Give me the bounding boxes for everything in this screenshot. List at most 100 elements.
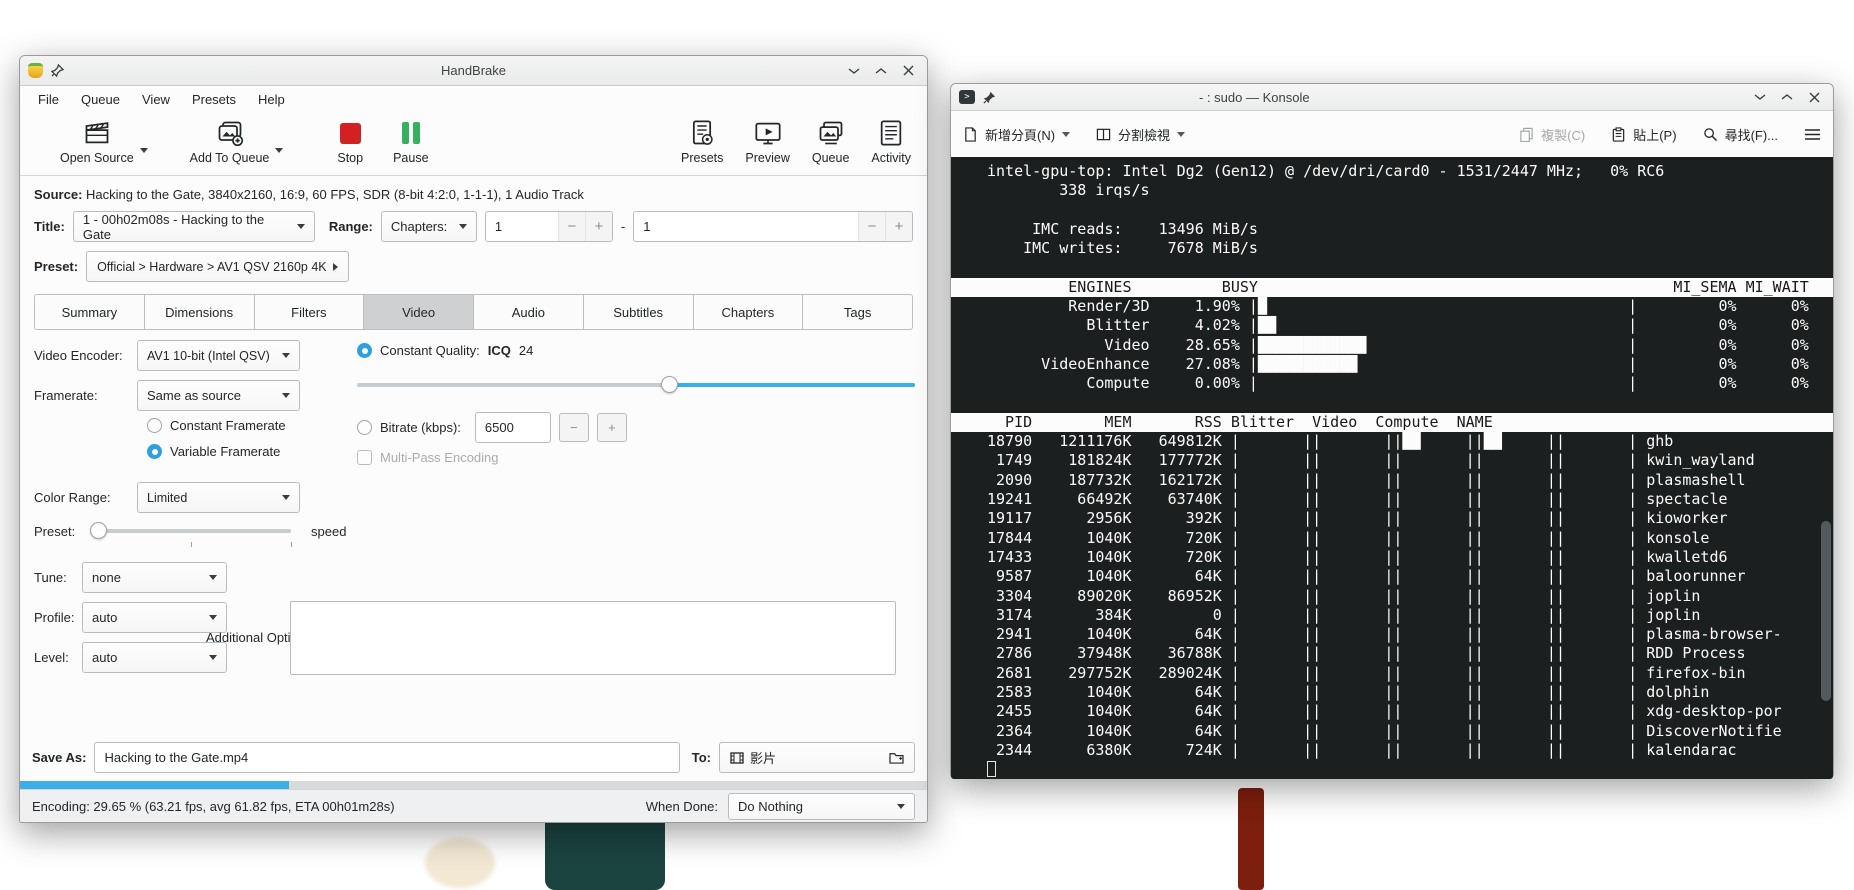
maximize-button[interactable] [870,62,892,80]
paste-icon [1612,126,1625,142]
save-as-label: Save As: [32,750,87,765]
framerate-select[interactable]: Same as source [137,380,300,411]
menubar: File Queue View Presets Help [20,86,927,112]
pin-icon[interactable] [983,91,996,104]
terminal-line: intel-gpu-top: Intel Dg2 (Gen12) @ /dev/… [987,162,1665,180]
scrollbar-thumb[interactable] [1821,521,1831,701]
add-to-queue-button[interactable]: Add To Queue [190,118,269,165]
new-tab-button[interactable]: 新增分頁(N) [963,125,1071,144]
tab-dimensions[interactable]: Dimensions [143,294,255,330]
menu-help[interactable]: Help [248,90,295,109]
decrement-button[interactable]: − [557,212,585,241]
window-title: - : sudo — Konsole [1199,89,1310,105]
terminal-line: 19241 66492K 63740K | || || || || | spec… [987,490,1728,509]
preview-icon [754,118,782,148]
constant-framerate-radio[interactable] [147,418,162,433]
variable-framerate-radio[interactable] [147,444,162,459]
chevron-down-icon[interactable] [1177,131,1186,137]
folder-browse-icon[interactable] [889,751,904,764]
additional-options-textarea[interactable] [290,601,896,675]
increment-button[interactable]: + [885,212,912,241]
quality-metric-label: ICQ [487,343,511,358]
pin-icon[interactable] [51,64,64,77]
maximize-button[interactable] [1776,88,1798,106]
when-done-label: When Done: [645,798,718,814]
close-button[interactable] [897,62,919,80]
profile-label: Profile: [34,610,75,625]
when-done-select[interactable]: Do Nothing [728,792,915,820]
slider-handle[interactable] [661,376,679,393]
source-label: Source: [34,187,83,202]
terminal-line: 2681 297752K 289024K | || || || || | fir… [987,663,1746,682]
tab-tags[interactable]: Tags [802,294,913,330]
increment-button[interactable]: + [596,413,627,442]
color-range-select[interactable]: Limited [137,482,300,513]
tab-video[interactable]: Video [363,294,474,330]
terminal-line: 1749 181824K 177772K | || || || || | kwi… [987,451,1755,470]
film-icon [730,751,744,764]
add-to-queue-dropdown-caret[interactable] [275,148,284,153]
pause-button[interactable]: Pause [393,118,429,165]
menu-file[interactable]: File [28,90,69,109]
find-button[interactable]: 尋找(F)... [1703,125,1778,144]
encoder-preset-slider[interactable] [90,522,292,547]
increment-button[interactable]: + [584,212,612,241]
copy-button[interactable]: 複製(C) [1519,125,1585,144]
toolbar: Open Source Add To Queue Stop Pause Pres… [20,112,927,176]
preset-breadcrumb-button[interactable]: Official > Hardware > AV1 QSV 2160p 4K [86,251,349,282]
konsole-titlebar[interactable]: > - : sudo — Konsole [951,84,1833,111]
terminal-line: Compute 0.00% | | 0% 0% [987,374,1809,393]
chapter-from-spinbox[interactable]: 1 − + [484,211,613,242]
copy-icon [1520,127,1533,142]
split-view-icon [1096,128,1111,140]
range-type-select[interactable]: Chapters: [380,211,477,242]
save-as-input[interactable] [94,742,680,773]
add-to-queue-icon [216,118,244,148]
minimize-button[interactable] [1749,88,1771,106]
chapter-to-spinbox[interactable]: 1 − + [633,211,913,242]
destination-button[interactable]: 影片 [719,742,915,773]
chevron-down-icon [296,224,305,229]
bitrate-input[interactable] [474,412,551,443]
level-select[interactable]: auto [82,642,227,673]
profile-select[interactable]: auto [82,602,227,633]
menu-view[interactable]: View [132,90,180,109]
tab-filters[interactable]: Filters [253,294,365,330]
quality-slider[interactable] [357,376,915,394]
hamburger-menu-button[interactable] [1804,128,1821,141]
tab-summary[interactable]: Summary [34,294,145,330]
tune-label: Tune: [34,570,67,585]
split-view-button[interactable]: 分割檢視 [1096,125,1186,144]
tab-chapters[interactable]: Chapters [692,294,804,330]
open-source-button[interactable]: Open Source [60,118,134,165]
decrement-button[interactable]: − [558,413,589,442]
presets-button[interactable]: Presets [681,118,723,165]
menu-presets[interactable]: Presets [182,90,246,109]
decrement-button[interactable]: − [858,212,885,241]
close-button[interactable] [1803,88,1825,106]
terminal-line: 2090 187732K 162172K | || || || || | pla… [987,470,1746,489]
stop-button[interactable]: Stop [337,118,363,165]
multipass-checkbox[interactable] [357,450,372,465]
activity-button[interactable]: Activity [871,118,911,165]
handbrake-titlebar[interactable]: HandBrake [20,56,927,86]
terminal-line: 17844 1040K 720K | || || || || | konsole [987,528,1710,547]
paste-button[interactable]: 貼上(P) [1611,125,1677,144]
title-select[interactable]: 1 - 00h02m08s - Hacking to the Gate [72,211,315,242]
minimize-button[interactable] [843,62,865,80]
terminal-line: IMC reads: 13496 MiB/s [987,219,1258,238]
menu-queue[interactable]: Queue [71,90,130,109]
chevron-down-icon [897,803,905,809]
chevron-down-icon[interactable] [1062,131,1071,137]
open-source-dropdown-caret[interactable] [139,148,148,153]
slider-handle[interactable] [90,522,107,539]
tab-subtitles[interactable]: Subtitles [582,294,694,330]
queue-button[interactable]: Queue [812,118,849,165]
bitrate-radio[interactable] [357,420,372,435]
tab-audio[interactable]: Audio [473,294,584,330]
tune-select[interactable]: none [82,562,227,593]
constant-quality-radio[interactable] [357,343,372,358]
preview-button[interactable]: Preview [745,118,790,165]
encoder-select[interactable]: AV1 10-bit (Intel QSV) [137,340,300,371]
terminal-output[interactable]: intel-gpu-top: Intel Dg2 (Gen12) @ /dev/… [951,157,1833,779]
